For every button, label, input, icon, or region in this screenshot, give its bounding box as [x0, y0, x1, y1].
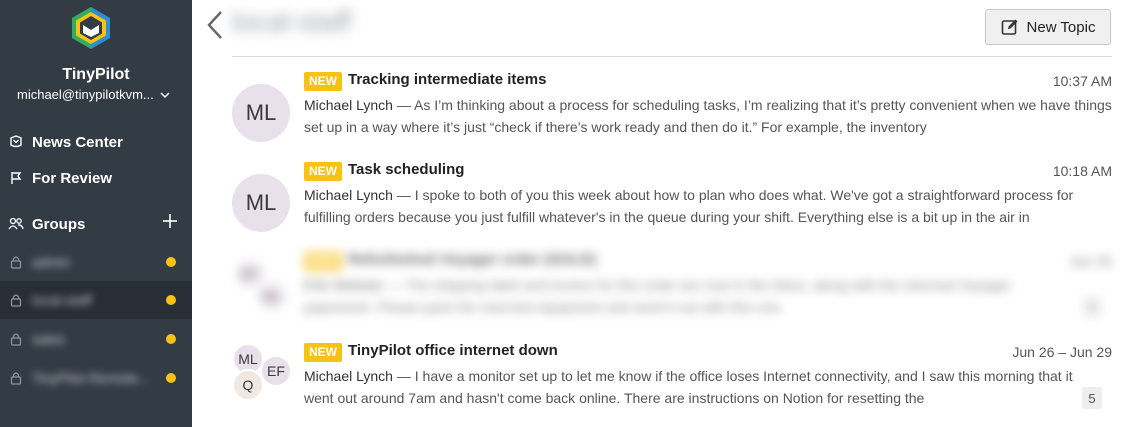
- avatar: Q: [232, 369, 264, 401]
- new-badge: NEW: [304, 252, 342, 271]
- topic-author: Michael Lynch: [304, 97, 393, 113]
- org-switcher[interactable]: michael@tinypilotkvm...: [17, 87, 170, 102]
- new-topic-button[interactable]: New Topic: [985, 9, 1111, 45]
- nav-news-center-label: News Center: [32, 133, 123, 151]
- lock-icon: [10, 333, 22, 346]
- flag-icon: [8, 170, 24, 186]
- new-badge: NEW: [304, 162, 342, 181]
- topic-title[interactable]: Task scheduling: [348, 161, 464, 178]
- sidebar-group-item[interactable]: admin: [0, 243, 192, 281]
- nav-for-review-label: For Review: [32, 169, 113, 187]
- topic-title[interactable]: Refurbished Voyager order (SOLD): [348, 251, 596, 268]
- sidebar-group-name: local-staff: [32, 292, 92, 308]
- topic-excerpt-text: — I have a monitor set up to let me know…: [304, 368, 1073, 406]
- topic-title[interactable]: Tracking intermediate items: [348, 71, 546, 88]
- sidebar-group-name: admin: [32, 254, 71, 270]
- unread-dot: [166, 295, 176, 305]
- groups-label: Groups: [32, 215, 86, 233]
- avatar: ML: [232, 84, 290, 142]
- unread-dot: [166, 257, 176, 267]
- topic-time: Jun 30: [1069, 253, 1112, 269]
- new-topic-label: New Topic: [1026, 18, 1096, 36]
- topic-author: Michael Lynch: [304, 368, 393, 384]
- reply-count-badge: 3: [1082, 296, 1102, 318]
- chevron-down-icon: [160, 91, 170, 98]
- unread-dot: [166, 334, 176, 344]
- sidebar-group-name: TinyPilot Remote...: [32, 370, 150, 386]
- users-icon: [8, 216, 24, 232]
- new-badge: NEW: [304, 72, 342, 91]
- header-divider: [232, 56, 1112, 57]
- lock-icon: [10, 372, 22, 385]
- topic-author: Erik Webster: [304, 277, 384, 293]
- topic-row[interactable]: EF ML NEW Refurbished Voyager order (SOL…: [232, 250, 1112, 330]
- news-center-icon: [8, 134, 24, 150]
- topic-time: Jun 26 – Jun 29: [1012, 344, 1112, 360]
- tinypilot-logo-icon[interactable]: [70, 6, 112, 50]
- sidebar-group-name: sales: [32, 331, 65, 347]
- reply-count-badge: 5: [1082, 387, 1102, 409]
- topic-excerpt-text: — The shipping label and invoice for thi…: [304, 277, 1011, 315]
- lock-icon: [10, 294, 22, 307]
- page-title: local-staff: [232, 6, 352, 37]
- topic-time: 10:37 AM: [1052, 73, 1112, 89]
- new-badge: NEW: [304, 343, 342, 362]
- topic-excerpt-text: — I spoke to both of you this week about…: [304, 187, 1074, 225]
- lock-icon: [10, 256, 22, 269]
- org-email: michael@tinypilotkvm...: [17, 87, 154, 102]
- avatar: EF: [260, 355, 292, 387]
- topic-row[interactable]: ML NEW Task scheduling 10:18 AM Michael …: [232, 160, 1112, 240]
- back-chevron-icon[interactable]: [204, 10, 226, 40]
- avatar: ML: [256, 280, 288, 312]
- topic-excerpt: Erik Webster — The shipping label and in…: [304, 274, 1084, 318]
- add-group-icon[interactable]: [162, 213, 178, 229]
- topic-excerpt: Michael Lynch — I spoke to both of you t…: [304, 184, 1112, 228]
- topic-title[interactable]: TinyPilot office internet down: [348, 342, 558, 359]
- topic-time: 10:18 AM: [1052, 163, 1112, 179]
- sidebar-group-item[interactable]: sales: [0, 320, 192, 358]
- topic-excerpt-text: — As I’m thinking about a process for sc…: [304, 97, 1112, 135]
- sidebar: TinyPilot michael@tinypilotkvm... News C…: [0, 0, 192, 427]
- topic-excerpt: Michael Lynch — I have a monitor set up …: [304, 365, 1084, 409]
- topic-author: Michael Lynch: [304, 187, 393, 203]
- unread-dot: [166, 373, 176, 383]
- nav-news-center[interactable]: News Center: [0, 127, 192, 157]
- topic-excerpt: Michael Lynch — As I’m thinking about a …: [304, 94, 1112, 138]
- topic-row[interactable]: ML EF Q NEW TinyPilot office internet do…: [232, 341, 1112, 421]
- nav-for-review[interactable]: For Review: [0, 163, 192, 193]
- sidebar-group-item-active[interactable]: local-staff: [0, 281, 192, 319]
- topic-row[interactable]: ML NEW Tracking intermediate items 10:37…: [232, 70, 1112, 150]
- avatar: ML: [232, 174, 290, 232]
- sidebar-group-item[interactable]: TinyPilot Remote...: [0, 359, 192, 397]
- org-name: TinyPilot: [62, 66, 130, 83]
- compose-icon: [1001, 19, 1018, 35]
